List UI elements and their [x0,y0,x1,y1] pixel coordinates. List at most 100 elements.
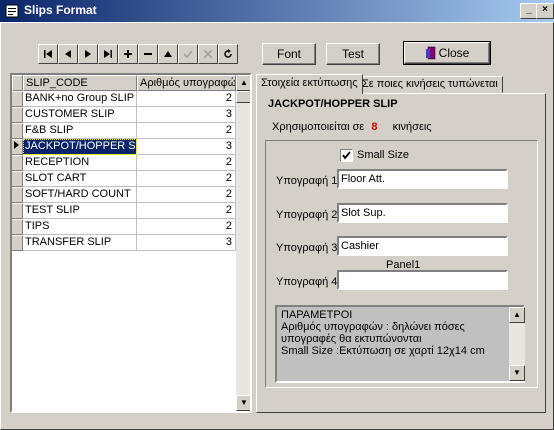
triangle-up-icon [164,51,172,57]
row-indicator[interactable] [12,171,23,187]
row-indicator[interactable] [12,123,23,139]
sig1-label: Υπογραφή 1 [276,175,338,187]
row-indicator[interactable] [12,203,23,219]
prior-record-button[interactable] [58,44,78,64]
cell-slip-code[interactable]: SOFT/HARD COUNT [23,187,137,203]
small-size-label: Small Size [357,149,409,161]
scroll-down-button[interactable]: ▼ [236,395,250,411]
post-record-button[interactable] [178,44,198,64]
refresh-icon [224,49,232,58]
sig4-label: Υπογραφή 4 [276,276,338,288]
last-record-button[interactable] [98,44,118,64]
tab-print-movements[interactable]: Σε ποιες κινήσεις τυπώνεται [357,76,503,93]
indicator-header [12,75,23,91]
cell-slip-code[interactable]: F&B SLIP [23,123,137,139]
tab-print-details[interactable]: Στοιχεία εκτύπωσης [256,74,363,94]
close-button[interactable]: Close [403,41,491,65]
table-row[interactable]: TEST SLIP 2 [12,203,236,219]
cell-slip-code[interactable]: BANK+no Group SLIP [23,91,137,107]
window-title: Slips Format [24,3,97,17]
delete-record-button[interactable] [138,44,158,64]
parameters-memo[interactable]: ΠΑΡΑΜΕΤΡΟΙ Αριθμός υπογραφών : δηλώνει πό… [275,305,525,383]
memo-text: ΠΑΡΑΜΕΤΡΟΙ Αριθμός υπογραφών : δηλώνει πό… [281,309,485,357]
sig4-input[interactable] [337,270,508,290]
current-row-icon [14,141,19,149]
font-button[interactable]: Font [262,43,316,65]
prior-icon [65,50,71,58]
row-indicator[interactable] [12,219,23,235]
first-record-button[interactable] [38,44,58,64]
slip-name-label: JACKPOT/HOPPER SLIP [268,98,398,110]
table-row[interactable]: CUSTOMER SLIP 3 [12,107,236,123]
cell-slip-code[interactable]: TEST SLIP [23,203,137,219]
scroll-up-button[interactable]: ▲ [236,75,250,91]
insert-record-button[interactable] [118,44,138,64]
close-button-label: Close [438,46,470,60]
row-indicator[interactable] [12,187,23,203]
slips-grid[interactable]: SLIP_CODE Αριθμός υπογραφών BANK+no Grou… [10,73,252,413]
table-row[interactable]: TIPS 2 [12,219,236,235]
cell-slip-code[interactable]: TRANSFER SLIP [23,235,137,251]
row-indicator[interactable] [12,155,23,171]
test-button[interactable]: Test [326,43,380,65]
memo-scrollbar[interactable]: ▲ ▼ [509,307,525,381]
first-icon [44,50,52,58]
door-icon [425,46,435,60]
table-row[interactable]: F&B SLIP 2 [12,123,236,139]
sig2-label: Υπογραφή 2 [276,209,338,221]
row-indicator[interactable] [12,139,23,155]
refresh-button[interactable] [218,44,238,64]
check-icon [183,50,193,58]
sig3-label: Υπογραφή 3 [276,242,338,254]
usage-prefix: Χρησιμοποιείται σε [272,121,365,133]
cell-slip-code[interactable]: TIPS [23,219,137,235]
title-bar[interactable]: Slips Format _ × [0,0,554,22]
row-indicator[interactable] [12,107,23,123]
column-header-signatures[interactable]: Αριθμός υπογραφών [137,75,236,91]
cell-slip-code[interactable]: JACKPOT/HOPPER SLIP [23,139,137,155]
memo-scroll-up[interactable]: ▲ [509,307,525,323]
cell-signatures[interactable]: 3 [137,107,236,123]
sig1-input[interactable]: Floor Att. [337,169,508,189]
table-row[interactable]: SLOT CART 2 [12,171,236,187]
close-window-button[interactable]: × [536,3,554,19]
cell-slip-code[interactable]: SLOT CART [23,171,137,187]
usage-count: 8 [371,121,378,133]
cancel-record-button[interactable] [198,44,218,64]
usage-suffix: κινήσεις [392,121,432,133]
sig3-input[interactable]: Cashier [337,236,508,256]
cell-signatures[interactable]: 2 [137,123,236,139]
table-row[interactable]: SOFT/HARD COUNT 2 [12,187,236,203]
table-row[interactable]: JACKPOT/HOPPER SLIP3 [12,139,236,155]
next-record-button[interactable] [78,44,98,64]
edit-record-button[interactable] [158,44,178,64]
memo-scroll-down[interactable]: ▼ [509,365,525,381]
plus-icon [124,50,132,58]
cell-signatures[interactable]: 2 [137,203,236,219]
cell-signatures[interactable]: 2 [137,219,236,235]
cell-slip-code[interactable]: RECEPTION [23,155,137,171]
table-row[interactable]: TRANSFER SLIP 3 [12,235,236,251]
x-icon [204,50,212,58]
record-navigator [38,44,244,64]
row-indicator[interactable] [12,235,23,251]
sig2-input[interactable]: Slot Sup. [337,203,508,223]
column-header-slip-code[interactable]: SLIP_CODE [23,75,137,91]
grid-header: SLIP_CODE Αριθμός υπογραφών [12,75,236,91]
cell-slip-code[interactable]: CUSTOMER SLIP [23,107,137,123]
app-icon [5,4,19,18]
cell-signatures[interactable]: 3 [137,235,236,251]
scroll-thumb[interactable] [236,91,250,103]
table-row[interactable]: BANK+no Group SLIP 2 [12,91,236,107]
row-indicator[interactable] [12,91,23,107]
table-row[interactable]: RECEPTION 2 [12,155,236,171]
usage-text: Χρησιμοποιείται σε 8 κινήσεις [272,121,432,133]
cell-signatures[interactable]: 2 [137,91,236,107]
cell-signatures[interactable]: 2 [137,187,236,203]
minus-icon [144,53,152,55]
small-size-checkbox[interactable] [340,149,353,162]
cell-signatures[interactable]: 3 [137,139,236,155]
cell-signatures[interactable]: 2 [137,155,236,171]
grid-scrollbar[interactable]: ▲ ▼ [236,75,250,411]
cell-signatures[interactable]: 2 [137,171,236,187]
